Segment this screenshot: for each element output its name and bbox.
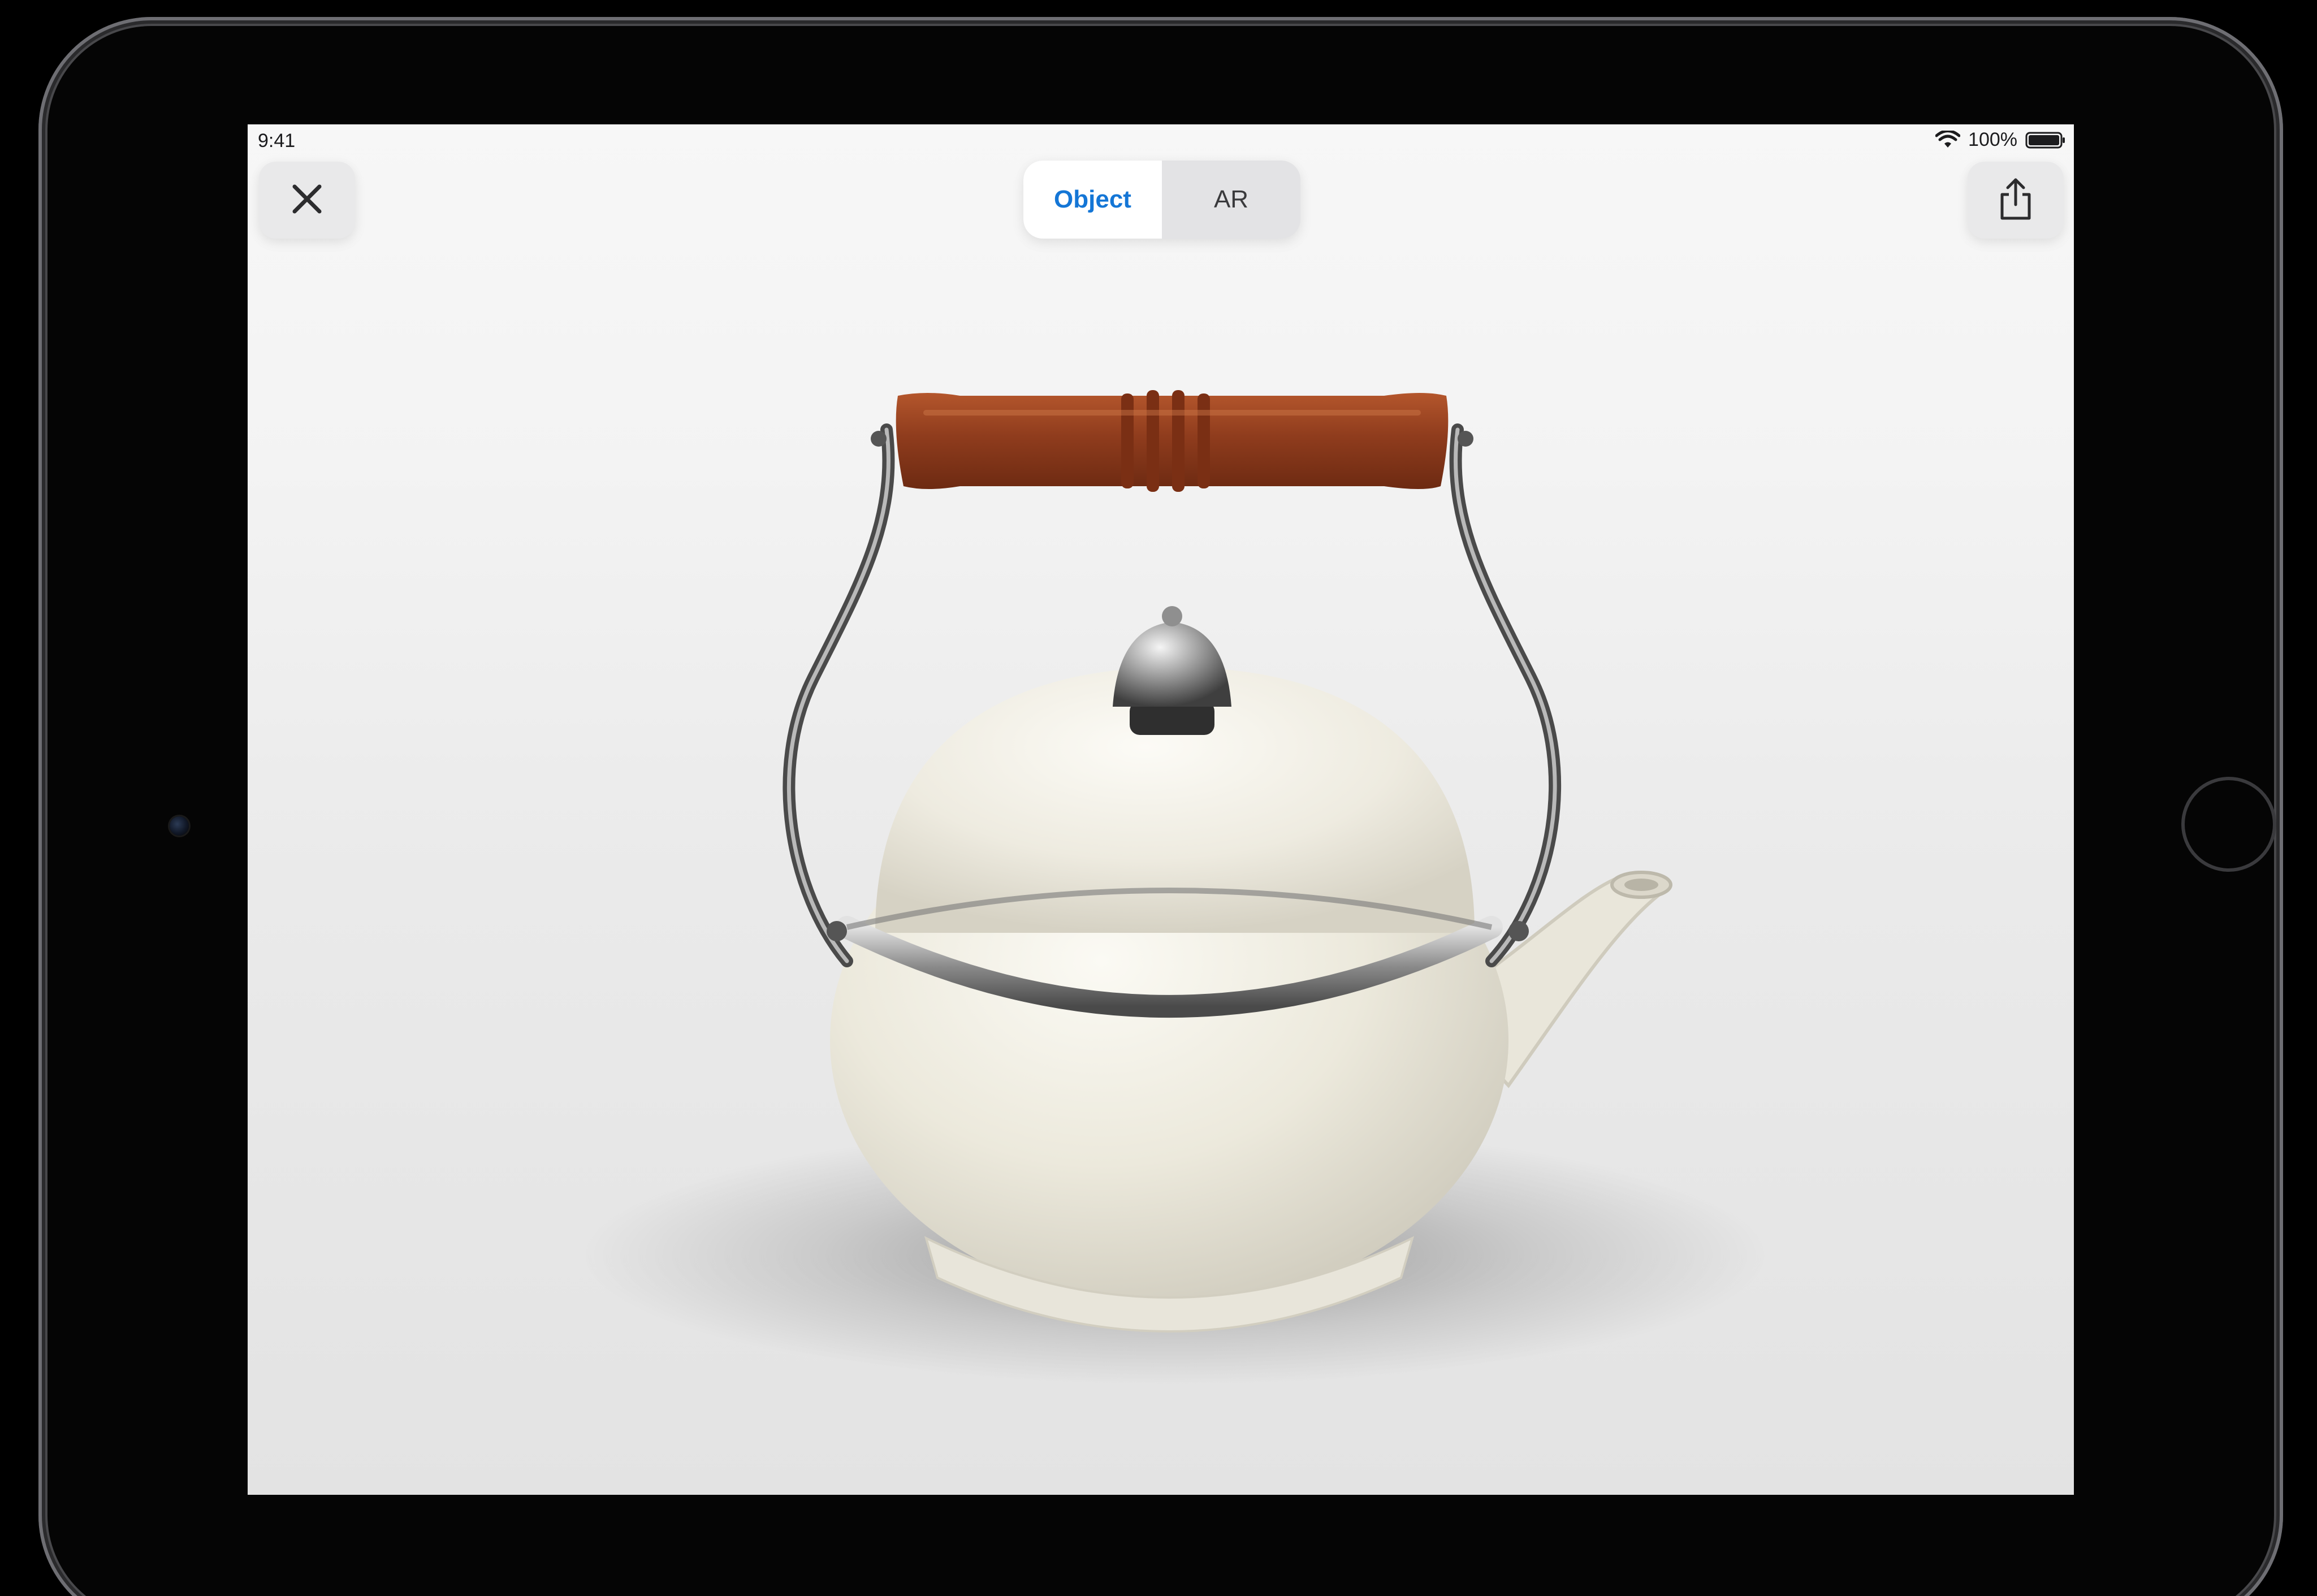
share-icon — [1998, 176, 2034, 224]
kettle-model[interactable] — [248, 124, 2074, 1495]
battery-icon — [2025, 131, 2066, 150]
view-mode-segmented-control: Object AR — [1023, 161, 1300, 239]
quick-look-screen: 9:41 100% Object AR — [248, 124, 2074, 1495]
battery-percent: 100% — [1968, 129, 2017, 150]
close-button[interactable] — [259, 162, 355, 239]
front-camera — [170, 816, 189, 836]
status-bar: 9:41 100% — [248, 124, 2074, 165]
home-button[interactable] — [2181, 777, 2276, 872]
wifi-icon — [1935, 130, 1961, 150]
share-button[interactable] — [1968, 162, 2064, 239]
segment-ar[interactable]: AR — [1162, 161, 1300, 239]
object-viewer[interactable] — [248, 124, 2074, 1495]
segment-object[interactable]: Object — [1023, 161, 1162, 239]
close-icon — [289, 181, 325, 220]
status-time: 9:41 — [258, 130, 296, 152]
status-indicators: 100% — [1935, 129, 2066, 151]
